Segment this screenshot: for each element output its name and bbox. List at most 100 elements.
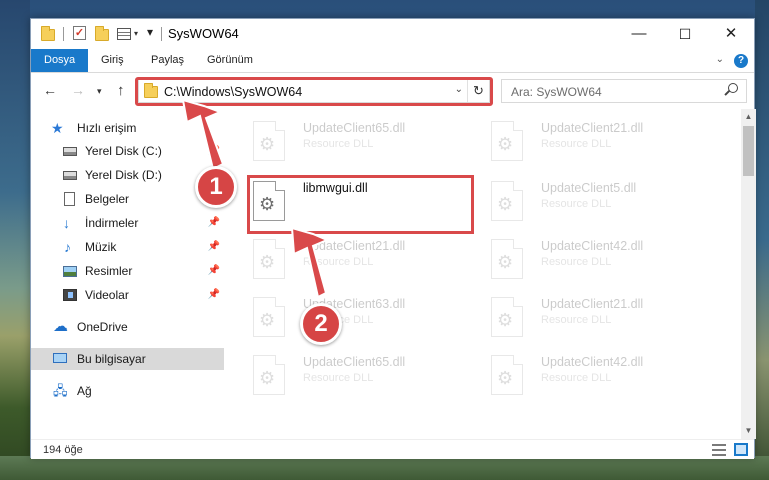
- pin-icon[interactable]: 📌: [208, 265, 220, 276]
- step-badge-2: 2: [300, 303, 342, 345]
- sidebar-item-network[interactable]: 🖧 Ağ: [31, 380, 224, 402]
- sidebar-item-downloads[interactable]: ↓ İndirmeler 📌: [31, 212, 224, 234]
- drive-icon: [63, 171, 77, 180]
- window-title: SysWOW64: [168, 26, 239, 41]
- minimize-button[interactable]: —: [616, 19, 662, 49]
- pin-icon[interactable]: 📌: [208, 289, 220, 300]
- file-item[interactable]: ⚙ UpdateClient21.dll Resource DLL: [487, 293, 717, 345]
- documents-icon: [64, 192, 75, 206]
- quick-access-dropdown-icon[interactable]: ▾: [147, 25, 153, 41]
- file-name: UpdateClient21.dll: [303, 239, 406, 253]
- sidebar-item-label: Belgeler: [85, 192, 130, 206]
- file-type: Resource DLL: [303, 372, 374, 384]
- file-item[interactable]: ⚙ UpdateClient63.dll Resource DLL: [249, 293, 479, 345]
- cloud-icon: ☁: [53, 318, 68, 335]
- search-icon[interactable]: [728, 83, 738, 93]
- file-name: UpdateClient21.dll: [541, 121, 644, 135]
- file-item[interactable]: ⚙ UpdateClient65.dll Resource DLL: [249, 351, 479, 403]
- file-type: Resource DLL: [541, 138, 612, 150]
- ribbon-expand-icon[interactable]: ⌄: [716, 54, 724, 65]
- sidebar-item-label: Yerel Disk (D:): [85, 168, 162, 182]
- tab-paylas[interactable]: Paylaş: [139, 49, 196, 72]
- sidebar-item-label: Yerel Disk (C:): [85, 144, 162, 158]
- computer-icon: [53, 353, 67, 363]
- sidebar-item-this-pc[interactable]: Bu bilgisayar: [31, 348, 224, 370]
- back-arrow-icon[interactable]: ←: [43, 82, 57, 98]
- sidebar-item-label: Ağ: [77, 384, 92, 398]
- dll-file-icon: ⚙: [491, 297, 529, 339]
- new-folder-icon[interactable]: [95, 26, 109, 42]
- step-badge-1: 1: [195, 166, 237, 208]
- item-count: 194 öğe: [43, 444, 83, 456]
- up-arrow-icon[interactable]: ↑: [117, 82, 125, 99]
- recent-locations-icon[interactable]: ▾: [97, 86, 102, 97]
- dll-file-icon: ⚙: [491, 121, 529, 163]
- sidebar-item-label: Müzik: [85, 240, 117, 254]
- close-button[interactable]: ✕: [708, 19, 754, 49]
- large-icons-view-icon[interactable]: [734, 443, 748, 456]
- sidebar-item-onedrive[interactable]: ☁ OneDrive: [31, 316, 224, 338]
- pin-icon[interactable]: 📌: [208, 145, 220, 156]
- star-icon: ★: [51, 120, 64, 136]
- sidebar-item-label: İndirmeler: [85, 216, 139, 230]
- file-highlight-box: [247, 175, 474, 234]
- scroll-down-icon[interactable]: ▼: [741, 423, 756, 439]
- file-type: Resource DLL: [303, 138, 374, 150]
- properties-check-icon[interactable]: ✓: [73, 26, 86, 42]
- vertical-scrollbar[interactable]: ▲ ▼: [741, 109, 756, 439]
- drive-icon: [63, 147, 77, 156]
- scroll-thumb[interactable]: [743, 126, 754, 176]
- file-name: UpdateClient5.dll: [541, 181, 637, 195]
- maximize-button[interactable]: ☐: [662, 19, 708, 49]
- sidebar-item-videos[interactable]: Videolar 📌: [31, 284, 224, 306]
- sidebar-item-music[interactable]: ♪ Müzik 📌: [31, 236, 224, 258]
- file-item[interactable]: ⚙ UpdateClient5.dll Resource DLL: [487, 177, 717, 229]
- tab-gorunum[interactable]: Görünüm: [195, 49, 265, 72]
- address-highlight-box: [135, 77, 493, 106]
- sidebar-item-label: Videolar: [85, 288, 129, 302]
- sidebar-item-disk-c[interactable]: Yerel Disk (C:) 📌: [31, 140, 224, 162]
- tab-dosya[interactable]: Dosya: [31, 49, 89, 72]
- desktop-wallpaper-bottom: [0, 456, 769, 480]
- folder-icon: [41, 26, 55, 42]
- pictures-icon: [63, 266, 77, 277]
- search-box[interactable]: Ara: SysWOW64: [501, 79, 747, 103]
- help-icon[interactable]: ?: [734, 54, 748, 68]
- file-item[interactable]: ⚙ UpdateClient21.dll Resource DLL: [249, 235, 479, 287]
- title-bar: ✓ ▾ ▾ SysWOW64 — ☐ ✕: [31, 19, 754, 49]
- file-list: ⚙ UpdateClient65.dll Resource DLL ⚙ Upda…: [224, 109, 741, 439]
- dll-file-icon: ⚙: [253, 121, 291, 163]
- file-name: UpdateClient21.dll: [541, 297, 644, 311]
- file-item[interactable]: ⚙ UpdateClient65.dll Resource DLL: [249, 117, 479, 169]
- status-bar: 194 öğe: [31, 439, 754, 459]
- navigation-bar: ← → ▾ ↑ C:\Windows\SysWOW64 ⌄ ↻ Ara: Sys…: [31, 74, 754, 108]
- customize-toolbar-icon[interactable]: [117, 26, 131, 42]
- details-view-icon[interactable]: [712, 444, 726, 456]
- toolbar-divider: [63, 27, 64, 41]
- sidebar-item-label: OneDrive: [77, 320, 128, 334]
- scroll-up-icon[interactable]: ▲: [741, 109, 756, 125]
- file-type: Resource DLL: [541, 256, 612, 268]
- dll-file-icon: ⚙: [253, 355, 291, 397]
- toolbar-divider: [161, 27, 162, 41]
- pin-icon[interactable]: 📌: [208, 217, 220, 228]
- file-type: Resource DLL: [541, 314, 612, 326]
- sidebar-item-pictures[interactable]: Resimler 📌: [31, 260, 224, 282]
- dll-file-icon: ⚙: [253, 297, 291, 339]
- dll-file-icon: ⚙: [491, 181, 529, 223]
- file-item[interactable]: ⚙ UpdateClient42.dll Resource DLL: [487, 351, 717, 403]
- file-item[interactable]: ⚙ UpdateClient21.dll Resource DLL: [487, 117, 717, 169]
- sidebar-item-quick-access[interactable]: ★ Hızlı erişim: [31, 117, 224, 139]
- pin-icon[interactable]: 📌: [208, 241, 220, 252]
- videos-icon: [63, 289, 77, 301]
- sidebar-item-label: Resimler: [85, 264, 133, 278]
- dll-file-icon: ⚙: [491, 355, 529, 397]
- file-name: UpdateClient42.dll: [541, 355, 644, 369]
- tab-giris[interactable]: Giriş: [89, 49, 136, 72]
- file-name: UpdateClient42.dll: [541, 239, 644, 253]
- file-item[interactable]: ⚙ UpdateClient42.dll Resource DLL: [487, 235, 717, 287]
- desktop-wallpaper-left: [0, 0, 30, 480]
- sidebar-item-label: Hızlı erişim: [77, 121, 137, 135]
- forward-arrow-icon[interactable]: →: [71, 82, 85, 98]
- chevron-down-icon[interactable]: ▾: [134, 29, 138, 45]
